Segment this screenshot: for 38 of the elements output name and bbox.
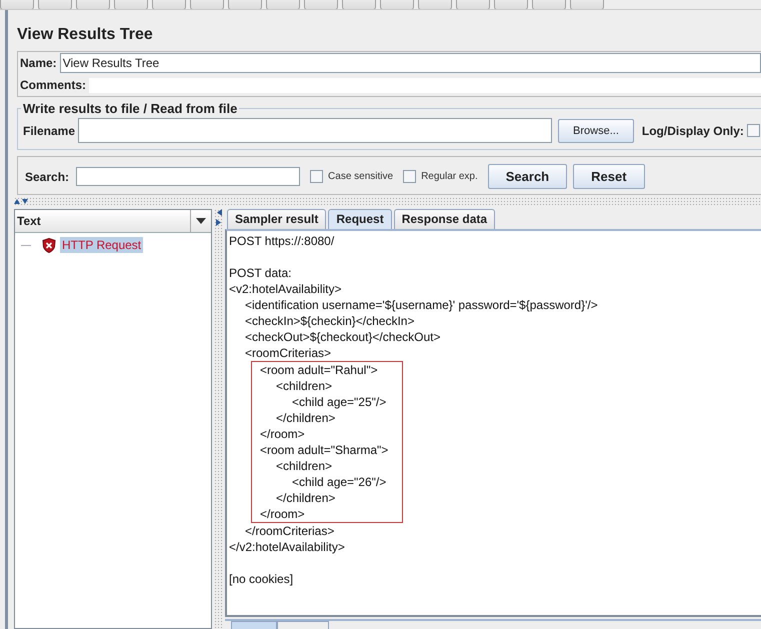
tab[interactable]: Sampler result	[227, 209, 326, 229]
tab[interactable]: Response data	[394, 209, 496, 229]
field-label: Search:	[24, 170, 70, 184]
request-line: </children>	[275, 410, 336, 426]
field-label: Comments:	[19, 78, 88, 92]
request-line: <child age="25"/>	[291, 394, 386, 410]
request-line: </children>	[275, 490, 336, 506]
request-line: </roomCriterias>	[244, 523, 334, 539]
column-header: Text	[15, 210, 191, 232]
request-line: <child age="26"/>	[291, 474, 386, 490]
field-label: Log/Display Only:	[640, 124, 745, 138]
field-label: Filename	[22, 124, 76, 138]
browse-button[interactable]: Browse...	[558, 118, 634, 142]
request-line: <children>	[275, 458, 332, 474]
request-line: [no cookies]	[229, 571, 294, 587]
request-line: <checkOut>${checkout}</checkOut>	[244, 329, 440, 345]
request-line: POST data:	[229, 265, 292, 281]
request-line: POST https://:8080/	[229, 233, 334, 249]
request-line: </room>	[260, 506, 305, 522]
request-line: <identification username='${username}' password='${password}'/>	[244, 297, 598, 313]
name-field[interactable]: View Results Tree	[60, 53, 761, 73]
request-line: </v2:hotelAvailability>	[229, 539, 345, 555]
request-line: <checkIn>${checkin}</checkIn>	[244, 313, 414, 329]
request-line: <v2:hotelAvailability>	[229, 281, 342, 297]
request-line: <children>	[275, 378, 332, 394]
request-line: </room>	[260, 426, 305, 442]
checkbox-label: Regular exp.	[421, 171, 478, 182]
group-legend: Write results to file / Read from file	[21, 101, 240, 116]
panel-title: View Results Tree	[17, 26, 154, 44]
request-line: <room adult="Rahul">	[260, 362, 378, 378]
request-line: <roomCriterias>	[244, 345, 332, 361]
field-label: Name:	[19, 56, 58, 70]
search-panel-button[interactable]: Reset	[573, 164, 645, 189]
tab[interactable]: Request	[328, 209, 392, 229]
request-line: <room adult="Sharma">	[260, 442, 388, 458]
checkbox-label: Case sensitive	[328, 171, 394, 182]
search-panel-button[interactable]: Search	[488, 164, 568, 189]
tree-item[interactable]: HTTP Request	[60, 237, 144, 253]
